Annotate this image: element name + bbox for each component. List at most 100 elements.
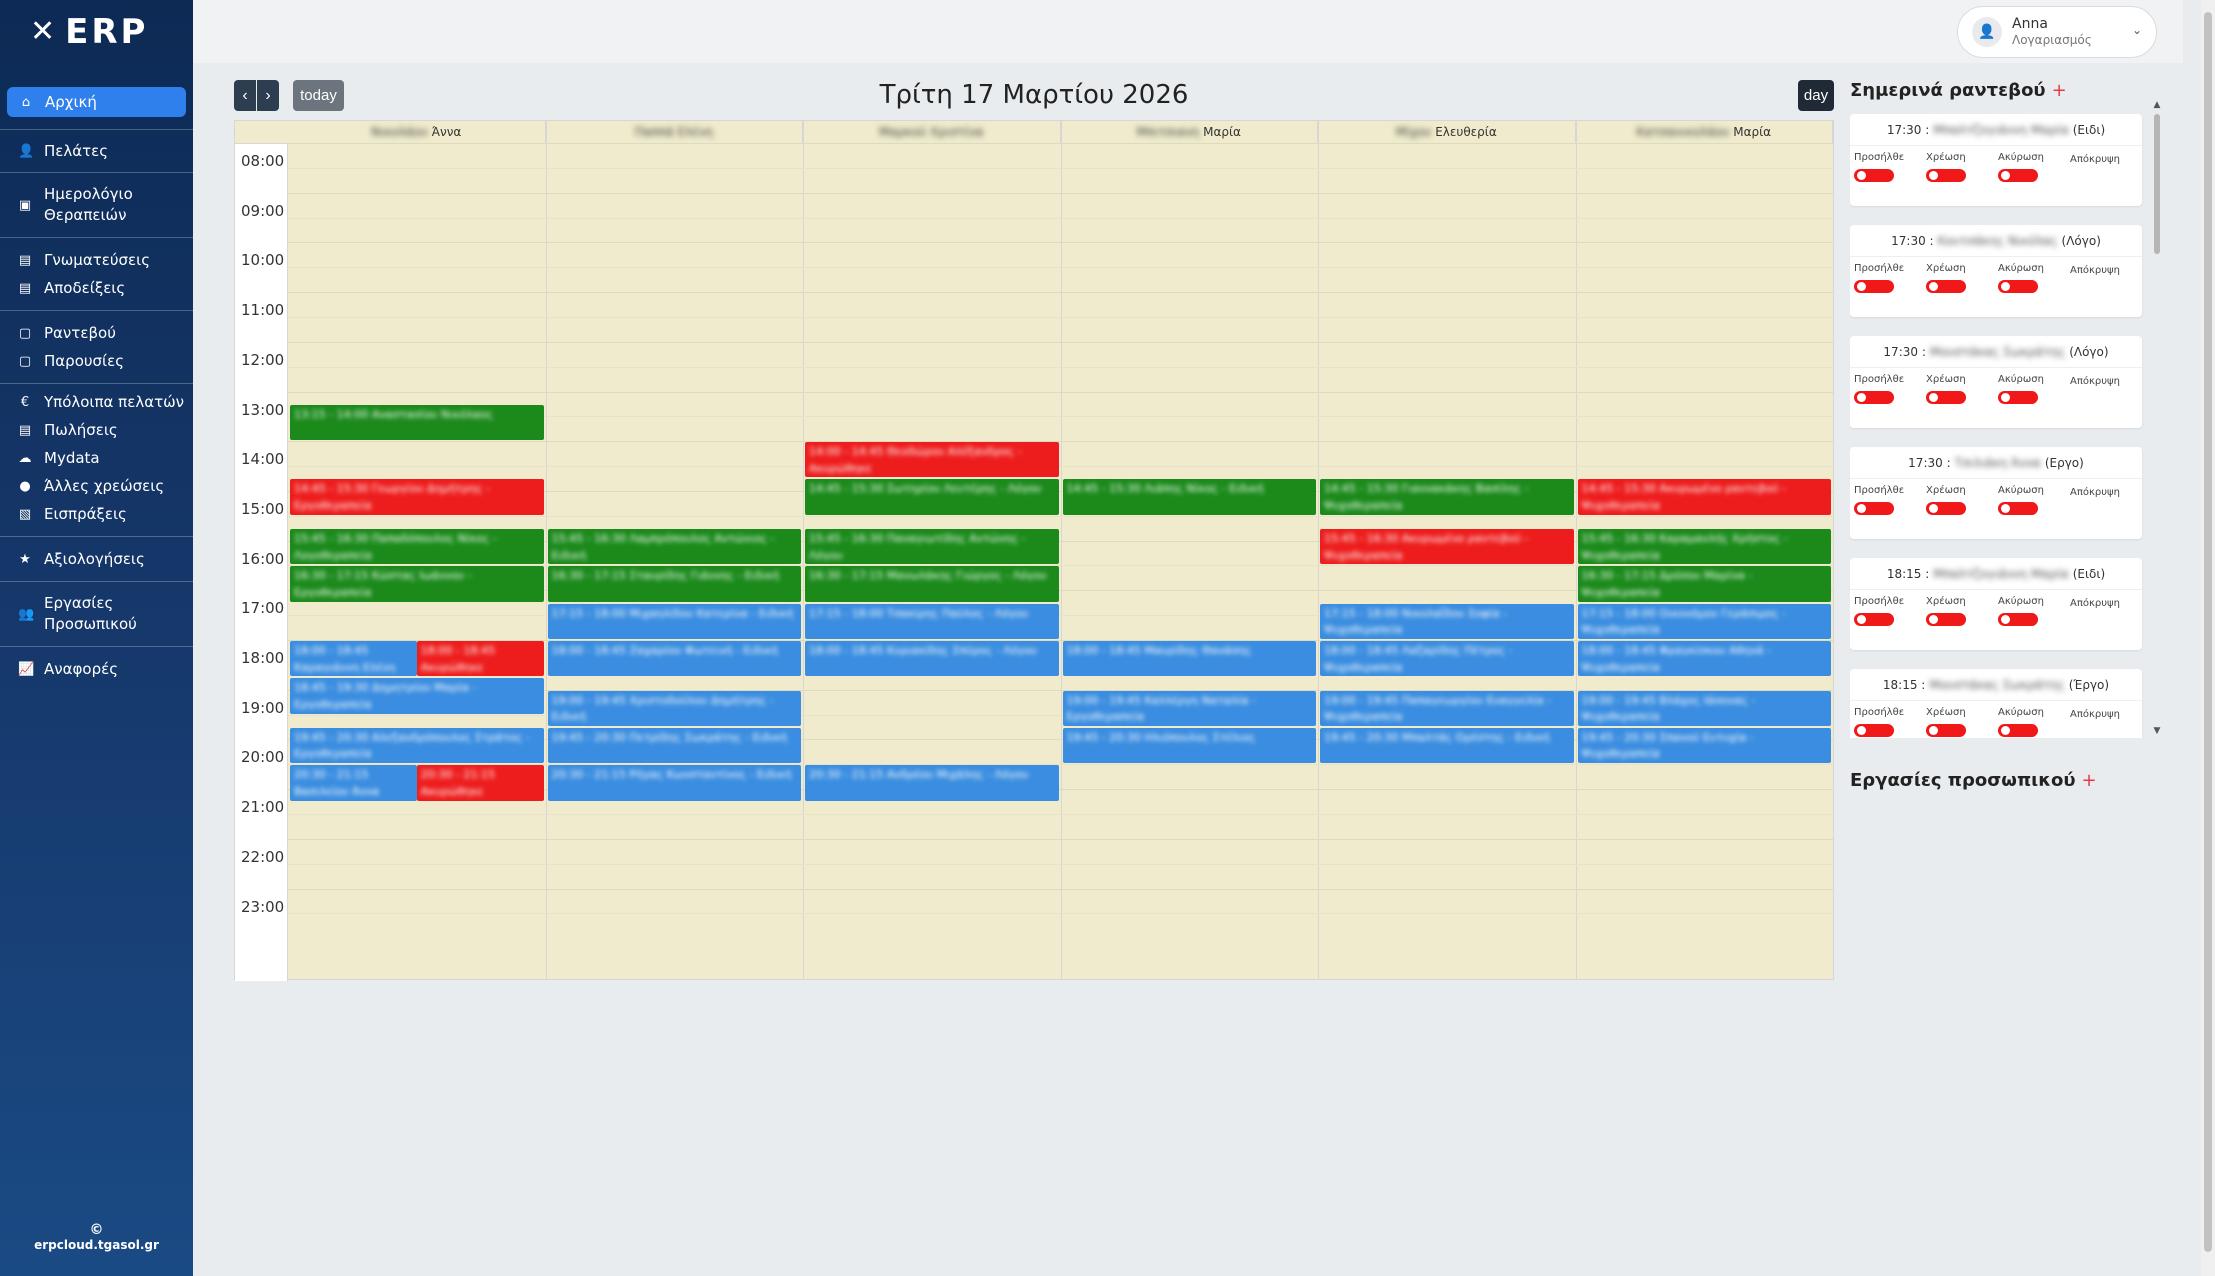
calendar-event[interactable]: 20:30 - 21:15 Ρήγας Κωνσταντίνος - Ειδικ…	[547, 765, 801, 801]
appointment-header: 17:30 : Τσιλιάκη Άννα (Εργο)	[1850, 447, 2142, 479]
calendar-event[interactable]: 14:45 - 15:30 Γιαννακάκης Βασίλης - Ψυχο…	[1320, 479, 1574, 515]
calendar-event[interactable]: 14:45 - 15:30 Γεωργίου Δημήτρης - Εργοθε…	[290, 479, 544, 515]
calendar-event[interactable]: 15:45 - 16:30 Παναγιωτίδης Αντώνης - Λόγ…	[805, 529, 1059, 565]
sidebar-item-11[interactable]: ● Άλλες χρεώσεις	[0, 472, 193, 500]
scroll-down-icon[interactable]: ▼	[2152, 726, 2162, 736]
toggle-switch[interactable]	[1926, 391, 1966, 404]
calendar-event[interactable]: 19:00 - 19:45 Καλλέργη Ναταλία - Εργοθερ…	[1062, 690, 1316, 726]
toggle-switch[interactable]	[1854, 724, 1894, 737]
calendar-event[interactable]: 15:45 - 16:30 Λαμπρόπουλος Αντώνιος - Ει…	[547, 529, 801, 565]
calendar-event[interactable]: 17:15 - 18:00 Νικολαΐδου Σοφία - Ψυχοθερ…	[1320, 603, 1574, 639]
calendar-event[interactable]: 19:00 - 19:45 Παπαγεωργίου Ευαγγελία - Ψ…	[1320, 690, 1574, 726]
toggle-switch[interactable]	[1854, 169, 1894, 182]
calendar-event[interactable]: 16:30 - 17:15 Σταυρίδης Γιάννης - Ειδική	[547, 566, 801, 602]
footer-domain[interactable]: erpcloud.tgasol.gr	[0, 1238, 193, 1252]
sidebar-item-9[interactable]: ▤ Πωλήσεις	[0, 416, 193, 444]
calendar-event[interactable]: 19:00 - 19:45 Βλάχος Ιάσονας - Ψυχοθεραπ…	[1577, 690, 1831, 726]
toggle-switch[interactable]	[1998, 724, 2038, 737]
toggle-switch[interactable]	[1926, 613, 1966, 626]
toggle-label[interactable]: Απόκρυψη	[2070, 265, 2120, 276]
toggle-switch[interactable]	[1998, 502, 2038, 515]
calendar-event[interactable]: 15:45 - 16:30 Καραμανλής Χρήστος - Ψυχοθ…	[1577, 529, 1831, 565]
toggle-switch[interactable]	[1854, 391, 1894, 404]
sidebar-item-5[interactable]: ▤ Αποδείξεις	[0, 274, 193, 302]
toggle-switch[interactable]	[1998, 169, 2038, 182]
sidebar-item-15[interactable]: 📈 Αναφορές	[0, 655, 193, 683]
toggle-label[interactable]: Απόκρυψη	[2070, 598, 2120, 609]
calendar-event[interactable]: 17:15 - 18:00 Οικονόμου Γεράσιμος - Ψυχο…	[1577, 603, 1831, 639]
prev-button[interactable]: ‹	[234, 80, 256, 111]
scroll-thumb[interactable]	[2154, 114, 2160, 254]
calendar-event[interactable]: 18:00 - 18:45 Λαζαρίδης Πέτρος - Ψυχοθερ…	[1320, 641, 1574, 677]
today-button[interactable]: today	[293, 80, 344, 111]
account-menu[interactable]: 👤 Anna Λογαριασμός ⌄	[1957, 6, 2157, 58]
sidebar-item-14[interactable]: 👥 Εργασίες Προσωπικού	[0, 590, 193, 638]
toggle-switch[interactable]	[1926, 280, 1966, 293]
calendar-event[interactable]: 18:00 - 18:45 Ζαχαρίου Φωτεινή - Ειδική	[547, 641, 801, 677]
staff-icon: 👥	[18, 606, 35, 622]
toggle-switch[interactable]	[1854, 280, 1894, 293]
toggle-switch[interactable]	[1998, 613, 2038, 626]
calendar-event[interactable]: 19:45 - 20:30 Αλεξανδρόπουλος Στράτος - …	[290, 727, 544, 764]
calendar-event[interactable]: 19:45 - 20:30 Σπανού Ευτυχία - Ψυχοθεραπ…	[1577, 727, 1831, 764]
toggle-label: Προσήλθε	[1854, 263, 1905, 274]
calendar-event[interactable]: 19:45 - 20:30 Πετρίδης Σωκράτης - Ειδική	[547, 727, 801, 764]
calendar-event[interactable]: 15:45 - 16:30 Ακυρωμένο ραντεβού - Ψυχοθ…	[1320, 529, 1574, 565]
calendar-event[interactable]: 20:30 - 21:15 Ανδρέου Μιχάλης - Λόγου	[805, 765, 1059, 801]
half-hour-line	[288, 267, 1833, 269]
page-scroll-thumb[interactable]	[2204, 12, 2212, 1252]
calendar-event[interactable]: 17:15 - 18:00 Μιχαηλίδου Κατερίνα - Ειδι…	[547, 603, 801, 639]
sidebar-item-4[interactable]: ▤ Γνωματεύσεις	[0, 246, 193, 274]
calendar-event[interactable]: 17:15 - 18:00 Τσακίρης Παύλος - Λόγου	[805, 603, 1059, 639]
calendar-event[interactable]: 14:00 - 14:45 Θεοδώρου Αλέξανδρος - Ακυρ…	[805, 442, 1059, 478]
sidebar-item-2[interactable]: 👤 Πελάτες	[0, 136, 193, 166]
sidebar-item-3[interactable]: ▣ Ημερολόγιο Θεραπειών	[0, 181, 193, 229]
calendar-event[interactable]: 18:00 - 18:45 Ακυρώθηκε	[416, 641, 544, 677]
calendar-event[interactable]: 20:30 - 21:15 Βασιλείου Άννα	[290, 765, 417, 801]
calendar-event[interactable]: 20:30 - 21:15 Ακυρώθηκε	[416, 765, 544, 801]
appointment-toggles: Προσήλθε Χρέωση Ακύρωση Απόκρυψη	[1850, 146, 2142, 182]
calendar-event[interactable]: 16:30 - 17:15 Κώστας Ιωάννου - Εργοθεραπ…	[290, 566, 544, 602]
sidebar-item-7[interactable]: ▢ Παρουσίες	[0, 347, 193, 375]
add-staff-task-button[interactable]: +	[2082, 770, 2097, 791]
calendar-event[interactable]: 18:00 - 18:45 Φραγκίσκου Αθηνά - Ψυχοθερ…	[1577, 641, 1831, 677]
scroll-up-icon[interactable]: ▲	[2152, 100, 2162, 110]
calendar-event[interactable]: 15:45 - 16:30 Παπαδόπουλος Νίκος - Λογοθ…	[290, 529, 544, 565]
calendar-event[interactable]: 14:45 - 15:30 Ακυρωμένο ραντεβού - Ψυχοθ…	[1577, 479, 1831, 515]
toggle-switch[interactable]	[1854, 502, 1894, 515]
add-appointment-button[interactable]: +	[2052, 80, 2067, 101]
toggle-label[interactable]: Απόκρυψη	[2070, 154, 2120, 165]
calendar-event[interactable]: 16:30 - 17:15 Δρόσου Μαρίνα - Ψυχοθεραπε…	[1577, 566, 1831, 602]
calendar-event[interactable]: 18:00 - 18:45 Καραγιάννη Ελένη	[290, 641, 417, 677]
sidebar-item-1[interactable]: ⌂ Αρχική	[7, 87, 186, 117]
day-view-button[interactable]: day	[1798, 80, 1834, 111]
toggle-switch[interactable]	[1998, 280, 2038, 293]
sidebar-item-12[interactable]: ▧ Εισπράξεις	[0, 500, 193, 528]
calendar-event[interactable]: 16:30 - 17:15 Μανωλάκης Γιώργος - Λόγου	[805, 566, 1059, 602]
sidebar-item-13[interactable]: ★ Αξιολογήσεις	[0, 545, 193, 573]
toggle-label[interactable]: Απόκρυψη	[2070, 709, 2120, 720]
toggle-label[interactable]: Απόκρυψη	[2070, 376, 2120, 387]
appointments-scrollbar[interactable]: ▲ ▼	[2152, 100, 2162, 736]
sidebar-item-8[interactable]: € Υπόλοιπα πελατών	[0, 388, 193, 416]
calendar-event[interactable]: 14:45 - 15:30 Λιάπης Νίκος - Ειδική	[1062, 479, 1316, 515]
toggle-switch[interactable]	[1998, 391, 2038, 404]
calendar-event[interactable]: 18:00 - 18:45 Μαυρίδης Θανάσης	[1062, 641, 1316, 677]
calendar-event[interactable]: 18:00 - 18:45 Κυριακίδης Σπύρος - Λόγου	[805, 641, 1059, 677]
toggle-label[interactable]: Απόκρυψη	[2070, 487, 2120, 498]
next-button[interactable]: ›	[257, 80, 279, 111]
calendar-event[interactable]: 19:45 - 20:30 Ηλιόπουλος Στέλιος	[1062, 727, 1316, 764]
calendar-event[interactable]: 19:45 - 20:30 Μπαλτάς Ορέστης - Ειδική	[1320, 727, 1574, 764]
toggle-switch[interactable]	[1854, 613, 1894, 626]
page-scrollbar[interactable]	[2201, 0, 2215, 1276]
sidebar-item-6[interactable]: ▢ Ραντεβού	[0, 319, 193, 347]
calendar-event[interactable]: 18:45 - 19:30 Δημητρίου Μαρία - Εργοθερα…	[290, 678, 544, 714]
calendar-event[interactable]: 14:45 - 15:30 Σωτηρίου Λευτέρης - Λόγου	[805, 479, 1059, 515]
calendar-event[interactable]: 13:15 - 14:00 Αναστασίου Νικόλαος	[290, 404, 544, 441]
toggle-switch[interactable]	[1926, 724, 1966, 737]
toggle-switch[interactable]	[1926, 169, 1966, 182]
toggle-switch[interactable]	[1926, 502, 1966, 515]
sidebar-item-10[interactable]: ☁ Mydata	[0, 444, 193, 472]
calendar-event[interactable]: 19:00 - 19:45 Χριστοδούλου Δημήτρης - Ει…	[547, 690, 801, 726]
logo[interactable]: ✕ ERP	[0, 0, 193, 63]
